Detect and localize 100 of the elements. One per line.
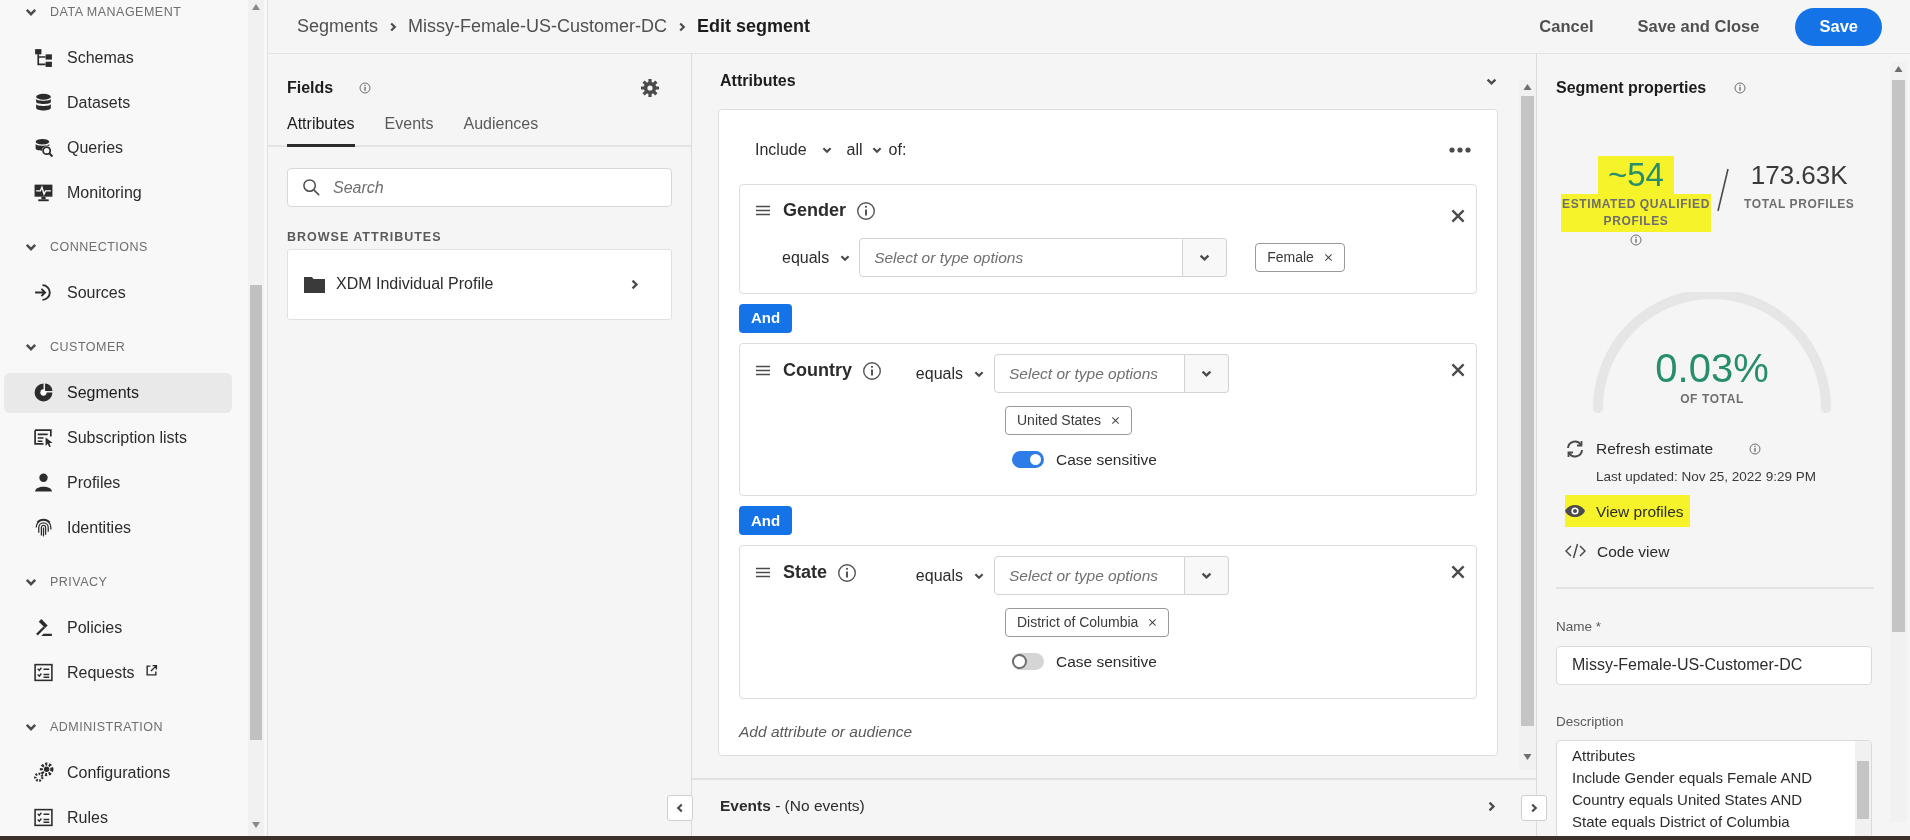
value-tag[interactable]: District of Columbia (1005, 608, 1170, 638)
browse-item[interactable]: XDM Individual Profile (287, 248, 672, 320)
toggle-switch[interactable] (1012, 451, 1044, 469)
info-icon (862, 360, 882, 381)
refresh-icon (1565, 439, 1585, 459)
section-label: BROWSE ATTRIBUTES (287, 229, 443, 246)
connector-button[interactable]: And (739, 304, 793, 333)
toggle-switch[interactable] (1012, 653, 1044, 671)
value-field[interactable]: Select or type options (994, 556, 1185, 596)
close-icon (1148, 618, 1158, 628)
nav-item[interactable]: Monitoring (4, 172, 232, 213)
nav-item[interactable]: Queries (4, 127, 232, 168)
section-header[interactable]: DATA MANAGEMENT (0, 0, 248, 24)
tab[interactable]: Attributes (287, 112, 355, 147)
scrollbar-thumb[interactable] (250, 285, 262, 740)
action-link[interactable]: Refresh estimate (1565, 433, 1720, 465)
checklist-icon (33, 662, 54, 683)
value-field[interactable]: Select or type options (994, 354, 1185, 393)
drag-handle-icon[interactable] (756, 365, 770, 376)
percent-value: 0.03% (1654, 346, 1770, 390)
drag-handle-icon[interactable] (756, 205, 770, 216)
panel-title: Fields (287, 78, 334, 98)
eye-icon (1565, 504, 1585, 519)
database-search-icon (33, 137, 54, 158)
quantifier-dropdown[interactable]: all (846, 138, 883, 162)
nav-item[interactable]: Schemas (4, 37, 232, 78)
scrollbar-thumb[interactable] (1892, 80, 1905, 632)
action-link[interactable]: Code view (1565, 535, 1676, 568)
close-icon[interactable] (1450, 564, 1466, 581)
scrollbar-thumb[interactable] (1521, 96, 1534, 726)
section-header[interactable]: CUSTOMER (0, 335, 248, 359)
nav-item[interactable]: Configurations (4, 752, 232, 793)
value-field[interactable]: Select or type options (859, 238, 1184, 277)
panel-title: Segment properties (1556, 78, 1707, 98)
close-icon[interactable] (1450, 362, 1466, 378)
gears-icon (33, 762, 54, 783)
section-header[interactable]: ADMINISTRATION (0, 715, 248, 739)
info-icon (1749, 443, 1762, 455)
drag-handle-icon[interactable] (756, 567, 770, 579)
switch-label: Case sensitive (1056, 450, 1157, 470)
nav-item[interactable]: Identities (4, 507, 232, 548)
save-close-button[interactable]: Save and Close (1637, 14, 1760, 39)
percent-label: OF TOTAL (1679, 391, 1745, 408)
connector-button[interactable]: And (739, 506, 793, 536)
code-icon (1565, 543, 1586, 560)
folder-icon (304, 275, 325, 293)
checklist-icon (33, 807, 54, 828)
nav-item[interactable]: Subscription lists (4, 417, 232, 458)
operator-dropdown[interactable]: equals (909, 361, 985, 386)
estimate-value: ~54 (1598, 156, 1674, 194)
info-icon (856, 200, 877, 221)
operator-dropdown[interactable]: equals (782, 245, 852, 270)
nav-item[interactable]: Sources (4, 272, 232, 313)
nav-item[interactable]: Requests (4, 652, 232, 693)
scroll-down-icon[interactable] (252, 822, 260, 828)
description-field[interactable]: Attributes Include Gender equals Female AND Country equals United States AND State equals District of Columbia (1556, 739, 1872, 838)
name-field[interactable]: Missy-Female-US-Customer-DC (1556, 645, 1872, 685)
info-icon (1630, 234, 1642, 246)
breadcrumb-item[interactable]: Segments (297, 13, 379, 40)
action-link[interactable]: View profiles (1565, 495, 1690, 528)
nav-item[interactable]: Datasets (4, 82, 232, 123)
expand-button[interactable] (1521, 795, 1547, 821)
attribute-name: Country (783, 359, 852, 382)
scroll-up-icon[interactable] (252, 4, 260, 10)
value-tag[interactable]: Female (1255, 243, 1345, 272)
settings-icon[interactable] (640, 78, 660, 98)
cancel-button[interactable]: Cancel (1539, 14, 1594, 39)
last-updated-text: Last updated: Nov 25, 2022 9:29 PM (1596, 468, 1817, 486)
nav-item[interactable]: Profiles (4, 462, 232, 503)
breadcrumb-item[interactable]: Missy-Female-US-Customer-DC (408, 13, 668, 40)
info-icon (837, 562, 857, 583)
nav-item[interactable]: Segments (4, 372, 232, 413)
include-dropdown[interactable]: Include (755, 138, 833, 162)
search-field[interactable]: Search (287, 168, 672, 207)
nav-item[interactable]: Policies (4, 607, 232, 648)
section-header[interactable]: Attributes (718, 70, 1498, 92)
save-button[interactable]: Save (1795, 7, 1882, 46)
scroll-up-icon[interactable] (1523, 84, 1532, 90)
tab[interactable]: Events (384, 112, 434, 147)
tab[interactable]: Audiences (463, 112, 539, 147)
search-icon (302, 178, 321, 197)
section-header[interactable]: CONNECTIONS (0, 235, 248, 259)
nav-item[interactable]: Rules (4, 797, 232, 838)
close-icon[interactable] (1450, 208, 1466, 224)
events-title[interactable]: Events - (No events) (720, 794, 865, 818)
section-header[interactable]: PRIVACY (0, 570, 248, 594)
pie-icon (33, 382, 54, 403)
of-label: of: (888, 140, 907, 160)
operator-dropdown[interactable]: equals (909, 563, 985, 588)
collapse-button[interactable] (667, 795, 693, 821)
add-attribute-hint[interactable]: Add attribute or audience (739, 719, 1477, 743)
value-tag[interactable]: United States (1005, 406, 1133, 435)
scroll-up-icon[interactable] (1894, 66, 1903, 72)
scroll-down-icon[interactable] (1523, 754, 1532, 760)
monitor-icon (33, 182, 54, 203)
close-icon (1111, 416, 1121, 425)
hierarchy-icon (33, 47, 54, 68)
info-icon (359, 82, 372, 94)
more-icon[interactable] (1449, 147, 1471, 153)
attribute-name: State (783, 561, 827, 585)
